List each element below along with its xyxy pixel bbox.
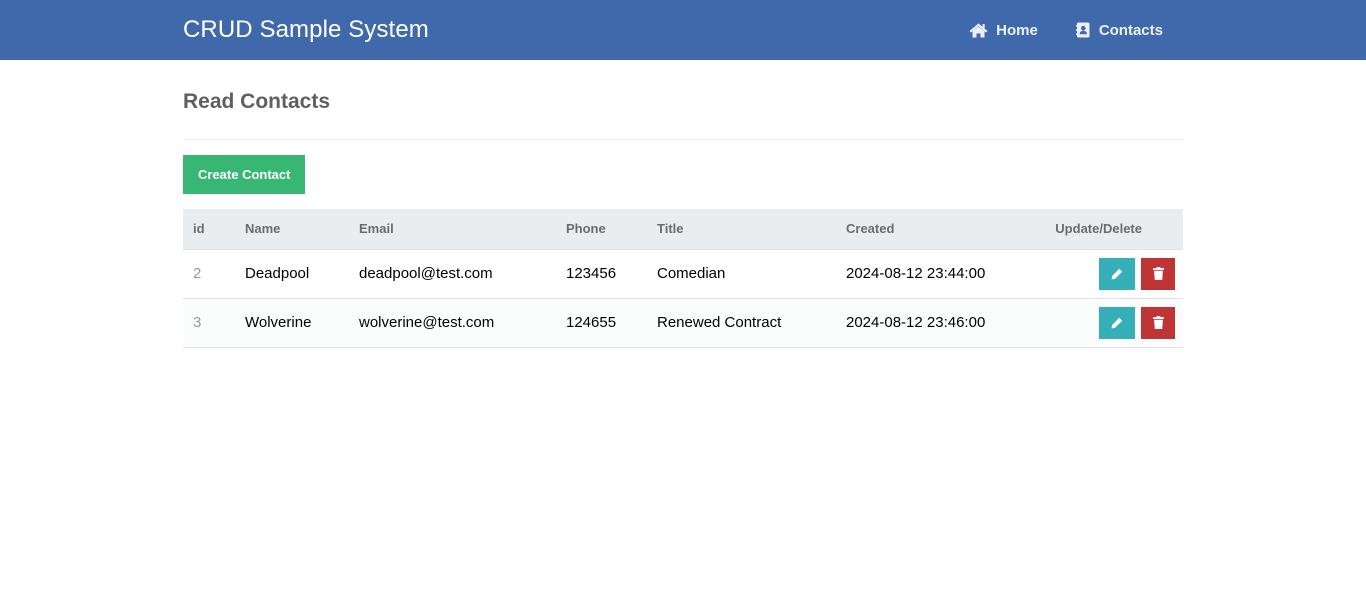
cell-email: deadpool@test.com xyxy=(359,265,493,282)
brand-title: CRUD Sample System xyxy=(183,16,429,43)
delete-button[interactable] xyxy=(1141,257,1175,290)
table-row: 3 Wolverine wolverine@test.com 124655 Re… xyxy=(183,298,1183,347)
cell-created: 2024-08-12 23:44:00 xyxy=(846,265,986,282)
cell-name: Wolverine xyxy=(245,314,312,331)
cell-name: Deadpool xyxy=(245,265,310,282)
main-content: Read Contacts Create Contact id Name Ema… xyxy=(183,60,1183,348)
cell-actions xyxy=(1026,249,1183,298)
top-navbar: CRUD Sample System Home Contacts xyxy=(0,0,1366,60)
cell-title: Comedian xyxy=(657,265,726,282)
cell-created: 2024-08-12 23:46:00 xyxy=(846,314,986,331)
table-header-row: id Name Email Phone Title Created Update… xyxy=(183,209,1183,250)
edit-button[interactable] xyxy=(1098,257,1135,290)
nav-links: Home Contacts xyxy=(931,0,1183,60)
pencil-icon xyxy=(1111,268,1123,279)
cell-id: 2 xyxy=(193,265,202,282)
column-header-created: Created xyxy=(836,209,1026,250)
column-header-email: Email xyxy=(349,209,556,250)
navbar-inner: CRUD Sample System Home Contacts xyxy=(183,0,1183,60)
page-title: Read Contacts xyxy=(183,60,1183,140)
contacts-table: id Name Email Phone Title Created Update… xyxy=(183,209,1183,348)
trash-icon xyxy=(1152,316,1164,329)
table-row: 2 Deadpool deadpool@test.com 123456 Come… xyxy=(183,249,1183,298)
cell-phone: 124655 xyxy=(566,314,617,331)
cell-actions xyxy=(1026,298,1183,347)
nav-home-label: Home xyxy=(996,21,1038,39)
table-header: id Name Email Phone Title Created Update… xyxy=(183,209,1183,250)
delete-button[interactable] xyxy=(1141,306,1175,339)
column-header-update-delete: Update/Delete xyxy=(1026,209,1183,250)
nav-link-home[interactable]: Home xyxy=(969,22,1038,39)
cell-id: 3 xyxy=(193,314,202,331)
table-body: 2 Deadpool deadpool@test.com 123456 Come… xyxy=(183,249,1183,347)
trash-icon xyxy=(1152,267,1164,280)
home-icon xyxy=(969,23,988,37)
edit-button[interactable] xyxy=(1098,306,1135,339)
address-book-icon xyxy=(1075,22,1090,38)
column-header-title: Title xyxy=(647,209,836,250)
column-header-phone: Phone xyxy=(556,209,647,250)
nav-link-contacts[interactable]: Contacts xyxy=(1075,21,1163,39)
cell-phone: 123456 xyxy=(566,265,617,282)
pencil-icon xyxy=(1111,317,1123,328)
cell-email: wolverine@test.com xyxy=(359,314,495,331)
nav-contacts-label: Contacts xyxy=(1098,21,1163,39)
cell-title: Renewed Contract xyxy=(657,314,782,331)
create-contact-button[interactable]: Create Contact xyxy=(183,155,306,194)
column-header-name: Name xyxy=(235,209,349,250)
column-header-id: id xyxy=(183,209,235,250)
